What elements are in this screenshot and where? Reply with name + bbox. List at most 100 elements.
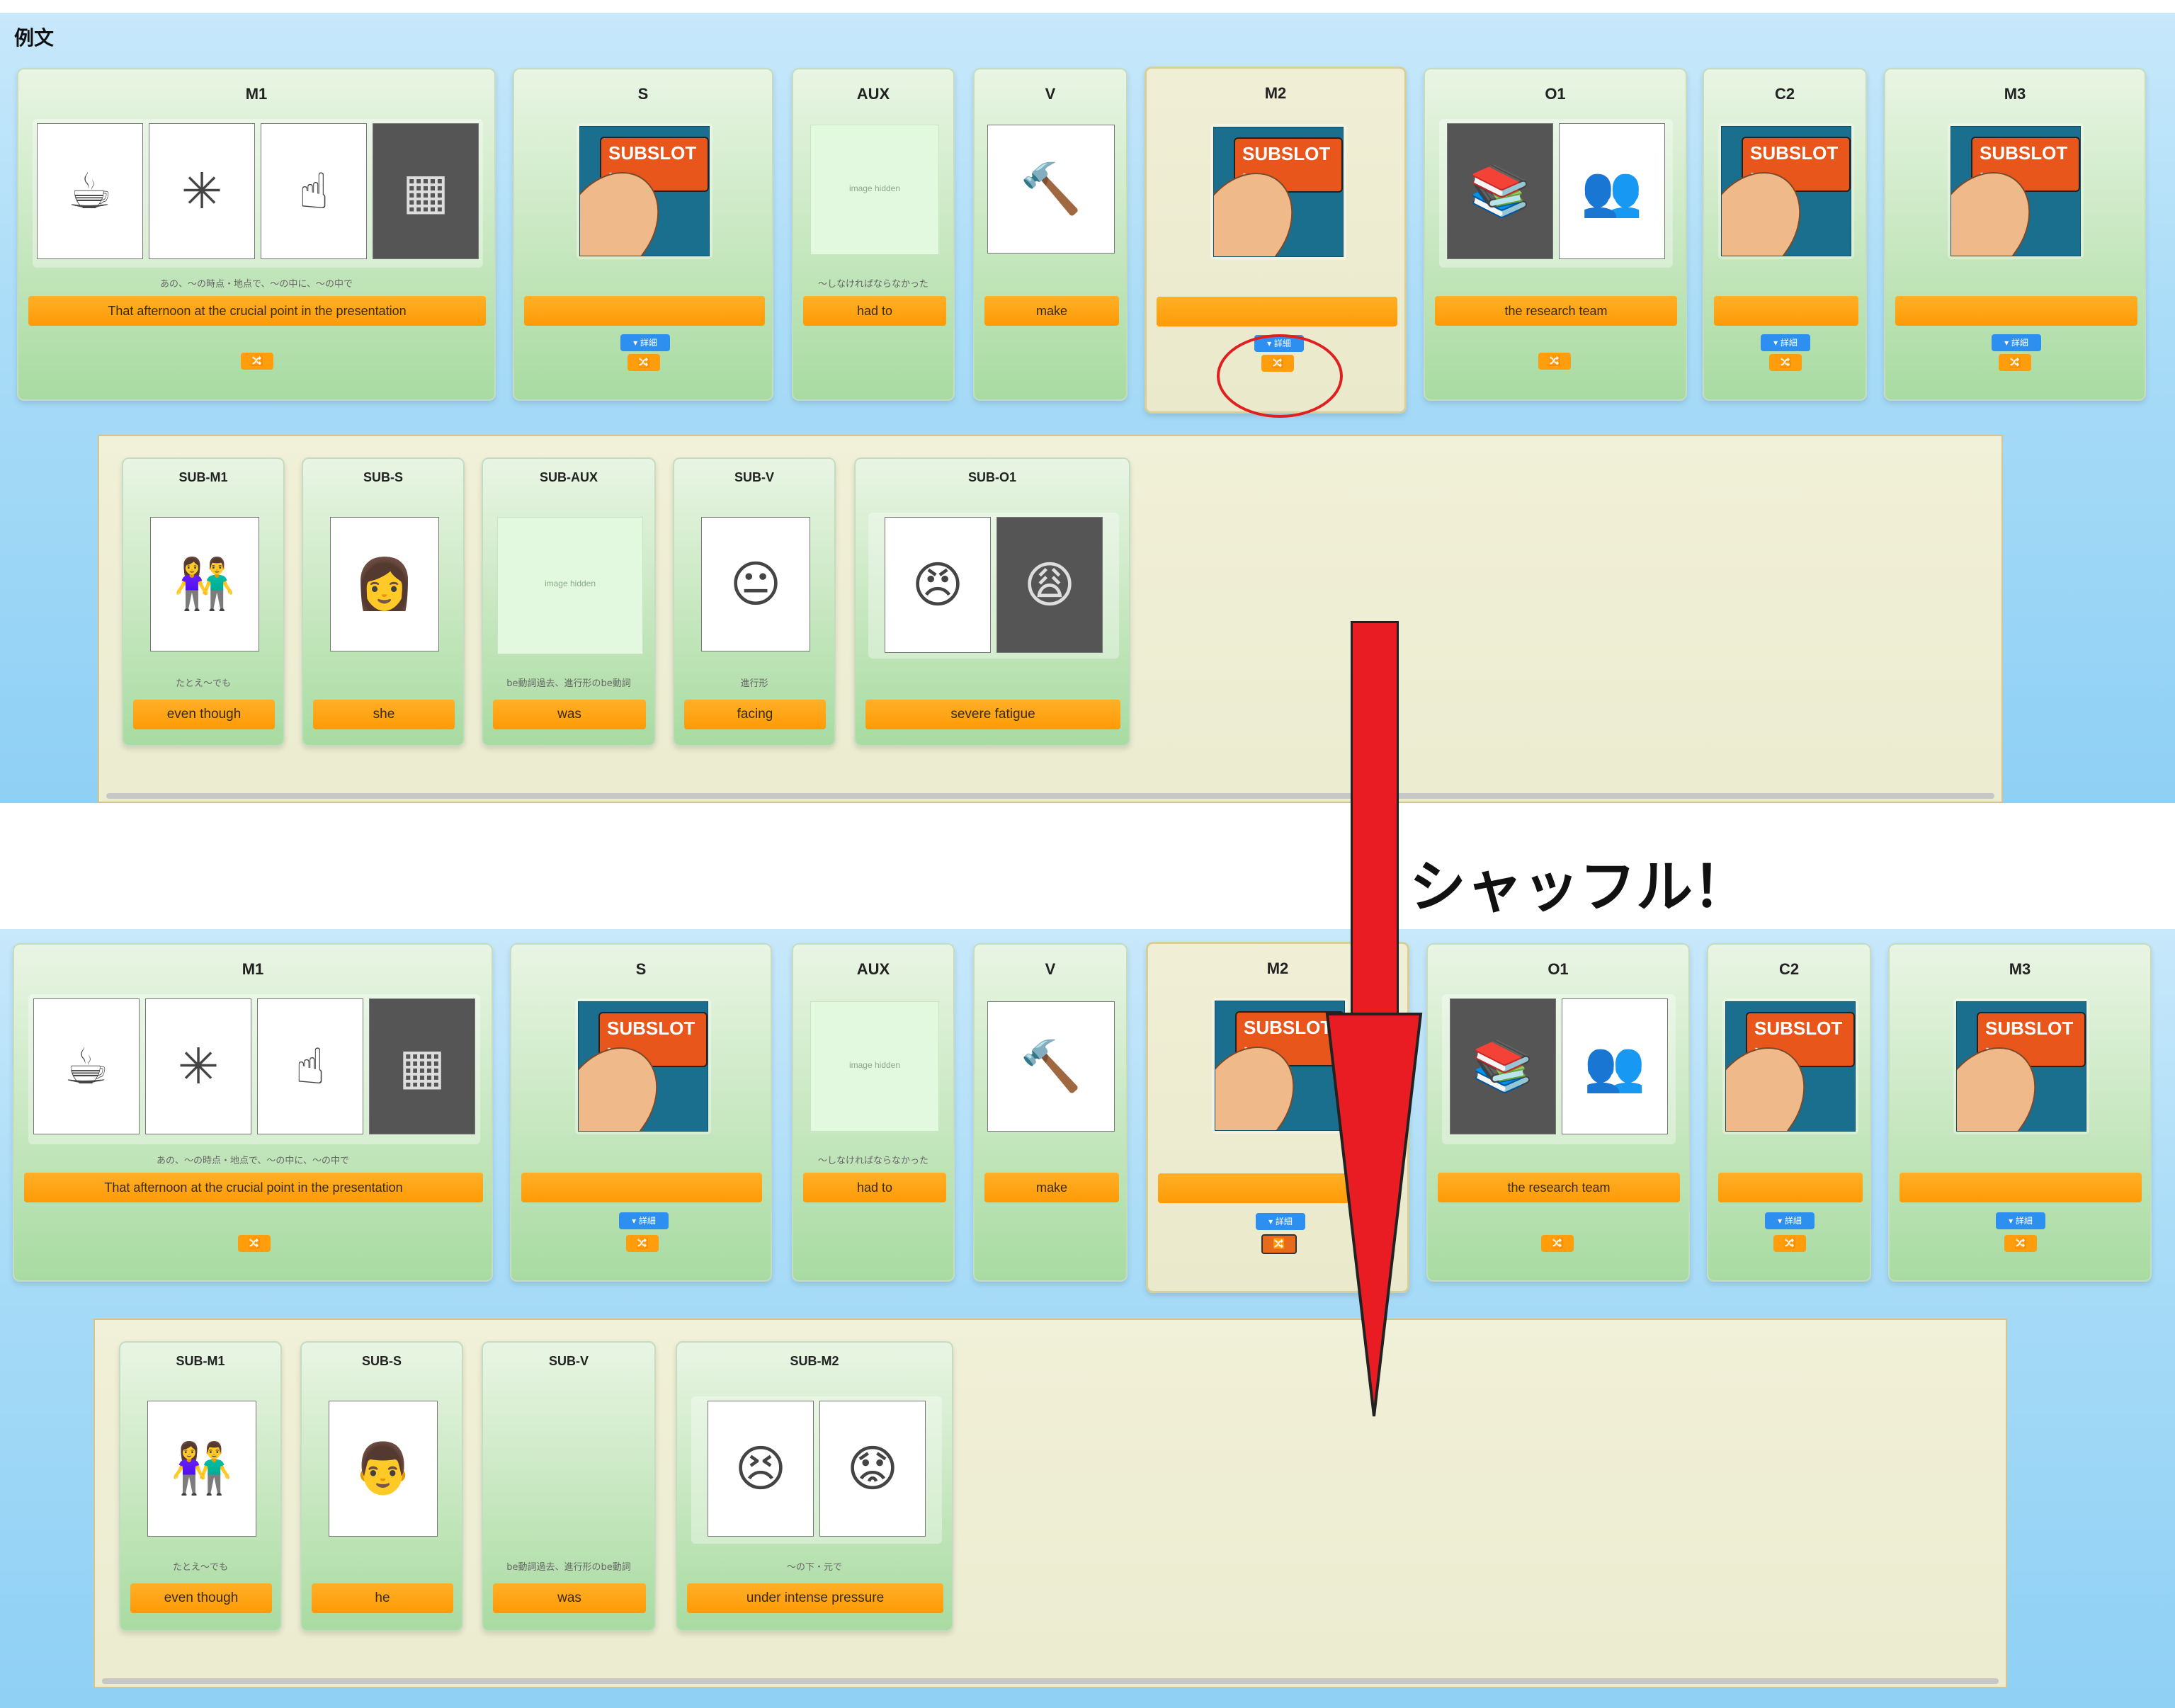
highlight-circle — [1217, 334, 1343, 418]
slot-images: ☕ ✳ ☝ ▦ — [28, 994, 480, 1144]
slot-label: SUB-S — [361, 1354, 402, 1368]
slot-card-aux: AUX image hidden 〜しなければならなかった had to — [792, 943, 955, 1282]
slot-label: SUB-V — [734, 470, 774, 484]
shuffle-button[interactable]: 🔀 — [1773, 1235, 1806, 1252]
shuffle-button[interactable]: 🔀 — [626, 1235, 659, 1252]
subslot-image: SUBSLOT › — [1956, 1001, 2086, 1132]
slot-card-m1: M1 ☕ ✳ ☝ ▦ あの、〜の時点・地点で、〜の中に、〜の中で That af… — [13, 943, 493, 1282]
shuffle-button[interactable]: 🔀 — [1541, 1235, 1574, 1252]
slot-label: SUB-AUX — [539, 470, 598, 484]
shuffle-button[interactable]: 🔀 — [241, 353, 273, 370]
slot-phrase: she — [313, 700, 455, 729]
slot-phrase: was — [493, 700, 646, 729]
slot-phrase: the research team — [1438, 1173, 1680, 1202]
slot-phrase: make — [984, 296, 1119, 326]
detail-button[interactable]: ▾ 詳細 — [1992, 334, 2041, 351]
illustration-image: 📚 — [1447, 123, 1553, 259]
detail-button[interactable]: ▾ 詳細 — [1996, 1212, 2045, 1229]
illustration-image: ☕ — [37, 123, 143, 259]
slot-images: 📚 👥 — [1439, 119, 1673, 268]
illustration-image: ☕ — [33, 998, 140, 1134]
slot-card-aux: AUX image hidden 〜しなければならなかった had to — [792, 68, 955, 401]
detail-button[interactable]: ▾ 詳細 — [620, 334, 670, 351]
slot-phrase: under intense pressure — [687, 1583, 943, 1613]
slot-phrase: the research team — [1435, 296, 1677, 326]
subslot-card-v: SUB-V be動詞過去、進行形のbe動詞 was — [482, 1341, 656, 1632]
illustration-image: 😣 — [708, 1401, 814, 1537]
slot-images: SUBSLOT › — [1718, 123, 1854, 259]
illustration-image: 👫 — [150, 517, 259, 651]
detail-button[interactable]: ▾ 詳細 — [1765, 1212, 1815, 1229]
slot-label: SUB-O1 — [967, 470, 1016, 484]
slot-card-c2: C2 SUBSLOT › ▾ 詳細 🔀 — [1707, 943, 1871, 1282]
slot-images: ☕ ✳ ☝ ▦ — [33, 119, 483, 268]
illustration-image: ✳ — [149, 123, 255, 259]
illustration-image: 👥 — [1559, 123, 1665, 259]
subslot-card-m2: SUB-M2 😣 😟 〜の下・元で under intense pressure — [676, 1341, 953, 1632]
slot-card-v: V 🔨 make — [973, 943, 1128, 1282]
slot-phrase: severe fatigue — [865, 700, 1120, 729]
slot-images: SUBSLOT › — [1948, 123, 2084, 259]
subslot-image: SUBSLOT › — [578, 1001, 708, 1132]
horizontal-scrollbar[interactable] — [106, 793, 1994, 799]
illustration-image: 😩 — [996, 517, 1103, 653]
slot-phrase — [1899, 1173, 2142, 1202]
shuffle-button[interactable]: 🔀 — [1999, 354, 2031, 371]
subslot-card-v: SUB-V 😐 進行形 facing — [673, 457, 836, 746]
slot-images: 😠 😩 — [868, 513, 1119, 659]
subslot-card-aux: SUB-AUX image hidden be動詞過去、進行形のbe動詞 was — [482, 457, 656, 746]
slot-images: 😣 😟 — [691, 1396, 942, 1544]
illustration-image: 😐 — [701, 517, 810, 651]
illustration-image: 👫 — [147, 1401, 256, 1537]
slot-caption: 〜しなければならなかった — [817, 279, 929, 290]
subslot-image: SUBSLOT › — [1213, 127, 1344, 257]
slot-phrase: had to — [803, 1173, 946, 1202]
illustration-image: ▦ — [373, 123, 479, 259]
slot-phrase — [1895, 296, 2137, 326]
slot-caption: 〜しなければならなかった — [817, 1156, 929, 1166]
shuffle-button[interactable]: 🔀 — [1261, 1234, 1297, 1254]
slot-label: M3 — [2009, 960, 2031, 978]
slot-label: SUB-S — [363, 470, 403, 484]
detail-button[interactable]: ▾ 詳細 — [1761, 334, 1810, 351]
subslot-card-s: SUB-S 👩 she — [302, 457, 465, 746]
slot-label: AUX — [856, 960, 890, 978]
slot-phrase: had to — [803, 296, 946, 326]
page-title: 例文 — [14, 26, 55, 50]
detail-button[interactable]: ▾ 詳細 — [619, 1212, 669, 1229]
horizontal-scrollbar[interactable] — [102, 1678, 1999, 1684]
arrow-shaft — [1351, 621, 1399, 1020]
slot-card-v: V 🔨 make — [973, 68, 1128, 401]
shuffle-annotation: シャッフル！ — [1409, 854, 1749, 920]
subslot-panel: SUB-M1 👫 たとえ〜でも even though SUB-S 👩 she … — [98, 435, 2003, 803]
shuffle-button[interactable]: 🔀 — [2004, 1235, 2037, 1252]
slot-phrase — [1714, 296, 1858, 326]
slot-label: O1 — [1545, 85, 1566, 103]
detail-button[interactable]: ▾ 詳細 — [1256, 1213, 1305, 1230]
slot-label: M1 — [245, 85, 268, 103]
shuffle-button[interactable]: 🔀 — [1538, 353, 1571, 370]
slot-card-s: S SUBSLOT › ▾ 詳細 🔀 — [510, 943, 772, 1282]
slot-label: V — [1045, 960, 1056, 978]
slot-card-s: S SUBSLOT › ▾ 詳細 🔀 — [513, 68, 773, 401]
illustration-image: 🔨 — [987, 125, 1115, 254]
slot-label: V — [1045, 85, 1056, 103]
slot-caption: たとえ〜でも — [175, 678, 231, 689]
bottom-panel: M1 ☕ ✳ ☝ ▦ あの、〜の時点・地点で、〜の中に、〜の中で That af… — [0, 929, 2175, 1708]
slot-label: SUB-V — [548, 1354, 589, 1368]
illustration-image: 😟 — [819, 1401, 926, 1537]
slot-label: M3 — [2004, 85, 2026, 103]
slot-caption: be動詞過去、進行形のbe動詞 — [506, 1562, 631, 1573]
slot-card-o1: O1 📚 👥 the research team 🔀 — [1424, 68, 1687, 401]
shuffle-button[interactable]: 🔀 — [1769, 354, 1802, 371]
slot-label: C2 — [1778, 960, 1800, 978]
slot-label: C2 — [1774, 85, 1795, 103]
slot-caption: be動詞過去、進行形のbe動詞 — [506, 678, 631, 689]
subslot-card-s: SUB-S 👨 he — [300, 1341, 463, 1632]
slot-caption: あの、〜の時点・地点で、〜の中に、〜の中で — [156, 1156, 350, 1166]
subslot-card-m1: SUB-M1 👫 たとえ〜でも even though — [122, 457, 285, 746]
hidden-image: image hidden — [810, 125, 939, 255]
shuffle-button[interactable]: 🔀 — [238, 1235, 271, 1252]
slot-phrase: make — [984, 1173, 1119, 1202]
shuffle-button[interactable]: 🔀 — [627, 354, 660, 371]
